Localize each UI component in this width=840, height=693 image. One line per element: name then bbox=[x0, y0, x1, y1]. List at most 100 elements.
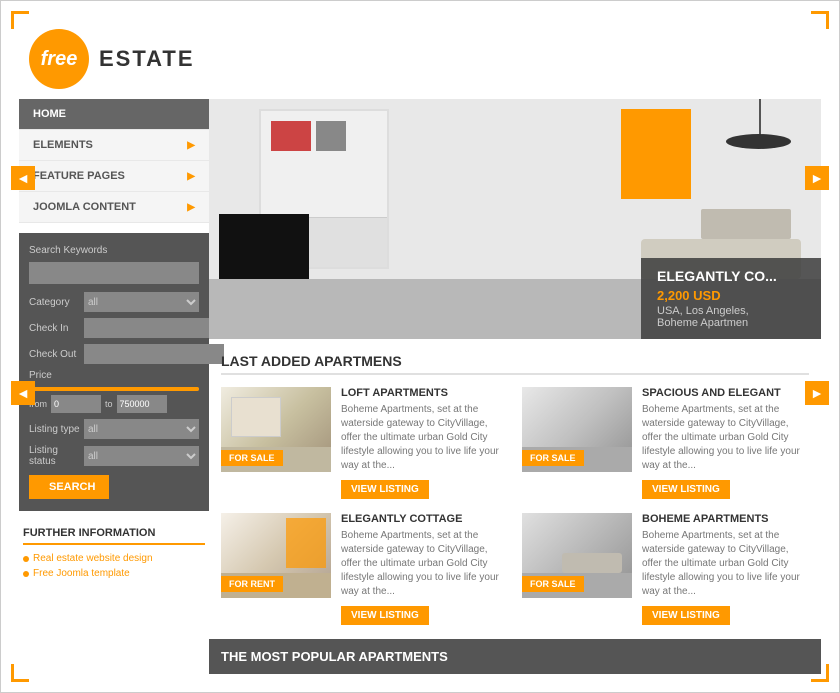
apt-img-0: FOR SALE bbox=[221, 387, 331, 472]
apt-desc-3: Boheme Apartments, set at the waterside … bbox=[642, 529, 809, 599]
category-row: Category all bbox=[29, 292, 199, 312]
popular-section: THE MOST POPULAR APARTMENTS bbox=[209, 639, 821, 674]
nav-home-label: HOME bbox=[33, 108, 66, 120]
listing-type-row: Listing type all bbox=[29, 419, 199, 439]
main-content: ELEGANTLY CO... 2,200 USD USA, Los Angel… bbox=[209, 99, 821, 674]
bracket-br bbox=[811, 664, 829, 682]
to-label: to bbox=[105, 399, 113, 409]
hero-chandelier-pole bbox=[759, 99, 761, 139]
right-arrow-mid[interactable]: ► bbox=[805, 381, 829, 405]
hero-book bbox=[271, 121, 311, 151]
nav-elements-label: ELEMENTS bbox=[33, 139, 93, 151]
to-input[interactable] bbox=[117, 395, 167, 413]
price-slider-track[interactable] bbox=[29, 387, 199, 391]
apartments-grid: FOR SALE LOFT APARTMENTS Boheme Apartmen… bbox=[221, 387, 809, 625]
nav-joomla-label: JOOMLA CONTENT bbox=[33, 201, 136, 213]
further-dot-1 bbox=[23, 571, 29, 577]
listing-type-label: Listing type bbox=[29, 424, 84, 435]
navigation: HOME ELEMENTS ▶ FEATURE PAGES ▶ JOOMLA C… bbox=[19, 99, 209, 223]
nav-elements-arrow: ▶ bbox=[187, 140, 195, 151]
apt-badge-3: FOR SALE bbox=[522, 576, 584, 592]
listing-status-select[interactable]: all bbox=[84, 446, 199, 466]
apt-badge-2: FOR RENT bbox=[221, 576, 283, 592]
from-input[interactable] bbox=[51, 395, 101, 413]
price-range-row: from to bbox=[29, 395, 199, 413]
hero-property-title: ELEGANTLY CO... bbox=[657, 268, 805, 284]
search-button[interactable]: SEARCH bbox=[29, 475, 109, 499]
apt-desc-2: Boheme Apartments, set at the waterside … bbox=[341, 529, 508, 599]
category-select[interactable]: all bbox=[84, 292, 199, 312]
further-link-1[interactable]: Free Joomla template bbox=[23, 568, 205, 579]
apt-img-3: FOR SALE bbox=[522, 513, 632, 598]
further-dot-0 bbox=[23, 556, 29, 562]
category-label: Category bbox=[29, 297, 84, 308]
apt-info-1: SPACIOUS AND ELEGANT Boheme Apartments, … bbox=[642, 387, 809, 499]
apt-badge-0: FOR SALE bbox=[221, 450, 283, 466]
hero-sub-location: Boheme Apartmen bbox=[657, 317, 805, 329]
sidebar: HOME ELEMENTS ▶ FEATURE PAGES ▶ JOOMLA C… bbox=[19, 99, 209, 674]
header: free ESTATE bbox=[19, 19, 821, 99]
bracket-bl bbox=[11, 664, 29, 682]
price-label: Price bbox=[29, 370, 199, 381]
apt-info-2: ELEGANTLY COTTAGE Boheme Apartments, set… bbox=[341, 513, 508, 625]
apt-title-0: LOFT APARTMENTS bbox=[341, 387, 508, 399]
nav-feature-pages-label: FEATURE PAGES bbox=[33, 170, 125, 182]
bracket-tl bbox=[11, 11, 29, 29]
apt-info-0: LOFT APARTMENTS Boheme Apartments, set a… bbox=[341, 387, 508, 499]
listing-type-select[interactable]: all bbox=[84, 419, 199, 439]
apt-title-3: BOHEME APARTMENTS bbox=[642, 513, 809, 525]
apt-info-3: BOHEME APARTMENTS Boheme Apartments, set… bbox=[642, 513, 809, 625]
search-box: Search Keywords Category all Check In Ch… bbox=[19, 233, 209, 511]
further-link-0[interactable]: Real estate website design bbox=[23, 553, 205, 564]
further-title: FURTHER INFORMATION bbox=[23, 527, 205, 545]
hero-decor bbox=[316, 121, 346, 151]
listing-status-row: Listing status all bbox=[29, 445, 199, 467]
apt-title-1: SPACIOUS AND ELEGANT bbox=[642, 387, 809, 399]
apt-btn-0[interactable]: VIEW LISTING bbox=[341, 480, 429, 499]
last-added-section: LAST ADDED APARTMENS FOR SALE bbox=[209, 339, 821, 625]
search-keywords-label: Search Keywords bbox=[29, 245, 199, 256]
further-link-label-0: Real estate website design bbox=[33, 553, 153, 564]
further-info: FURTHER INFORMATION Real estate website … bbox=[19, 519, 209, 591]
left-arrow-mid[interactable]: ◄ bbox=[11, 381, 35, 405]
checkout-input[interactable] bbox=[84, 344, 224, 364]
checkin-label: Check In bbox=[29, 323, 84, 334]
logo-text: free bbox=[41, 48, 78, 71]
checkin-input[interactable] bbox=[84, 318, 224, 338]
site-name: ESTATE bbox=[99, 46, 195, 72]
nav-feature-pages[interactable]: FEATURE PAGES ▶ bbox=[19, 161, 209, 192]
apt-badge-1: FOR SALE bbox=[522, 450, 584, 466]
nav-elements[interactable]: ELEMENTS ▶ bbox=[19, 130, 209, 161]
bracket-tr bbox=[811, 11, 829, 29]
hero-table bbox=[701, 209, 791, 239]
apt-card-3: FOR SALE BOHEME APARTMENTS Boheme Apartm… bbox=[522, 513, 809, 625]
checkout-label: Check Out bbox=[29, 349, 84, 360]
left-arrow-top[interactable]: ◄ bbox=[11, 166, 35, 190]
apt-img-2: FOR RENT bbox=[221, 513, 331, 598]
hero-overlay: ELEGANTLY CO... 2,200 USD USA, Los Angel… bbox=[641, 258, 821, 339]
nav-joomla-content[interactable]: JOOMLA CONTENT ▶ bbox=[19, 192, 209, 223]
last-added-title: LAST ADDED APARTMENS bbox=[221, 353, 809, 375]
checkin-row: Check In bbox=[29, 318, 199, 338]
apt-img-1: FOR SALE bbox=[522, 387, 632, 472]
apt-btn-1[interactable]: VIEW LISTING bbox=[642, 480, 730, 499]
nav-home[interactable]: HOME bbox=[19, 99, 209, 130]
hero-chandelier bbox=[726, 134, 791, 149]
nav-joomla-arrow: ▶ bbox=[187, 202, 195, 213]
apt-card-2: FOR RENT ELEGANTLY COTTAGE Boheme Apartm… bbox=[221, 513, 508, 625]
apt-btn-3[interactable]: VIEW LISTING bbox=[642, 606, 730, 625]
apt-btn-2[interactable]: VIEW LISTING bbox=[341, 606, 429, 625]
checkout-row: Check Out bbox=[29, 344, 199, 364]
further-link-label-1: Free Joomla template bbox=[33, 568, 130, 579]
apt-title-2: ELEGANTLY COTTAGE bbox=[341, 513, 508, 525]
hero-section: ELEGANTLY CO... 2,200 USD USA, Los Angel… bbox=[209, 99, 821, 339]
inner-wrapper: free ESTATE HOME ELEMENTS ▶ FEATURE bbox=[19, 19, 821, 674]
apt-card-1: FOR SALE SPACIOUS AND ELEGANT Boheme Apa… bbox=[522, 387, 809, 499]
main-layout: HOME ELEMENTS ▶ FEATURE PAGES ▶ JOOMLA C… bbox=[19, 99, 821, 674]
page-wrapper: ◄ ◄ ► ► free ESTATE HOME ELEMENTS bbox=[0, 0, 840, 693]
price-slider-fill bbox=[29, 387, 199, 391]
search-keywords-input[interactable] bbox=[29, 262, 199, 284]
right-arrow-top[interactable]: ► bbox=[805, 166, 829, 190]
popular-title: THE MOST POPULAR APARTMENTS bbox=[221, 649, 809, 664]
hero-tv bbox=[219, 214, 309, 279]
